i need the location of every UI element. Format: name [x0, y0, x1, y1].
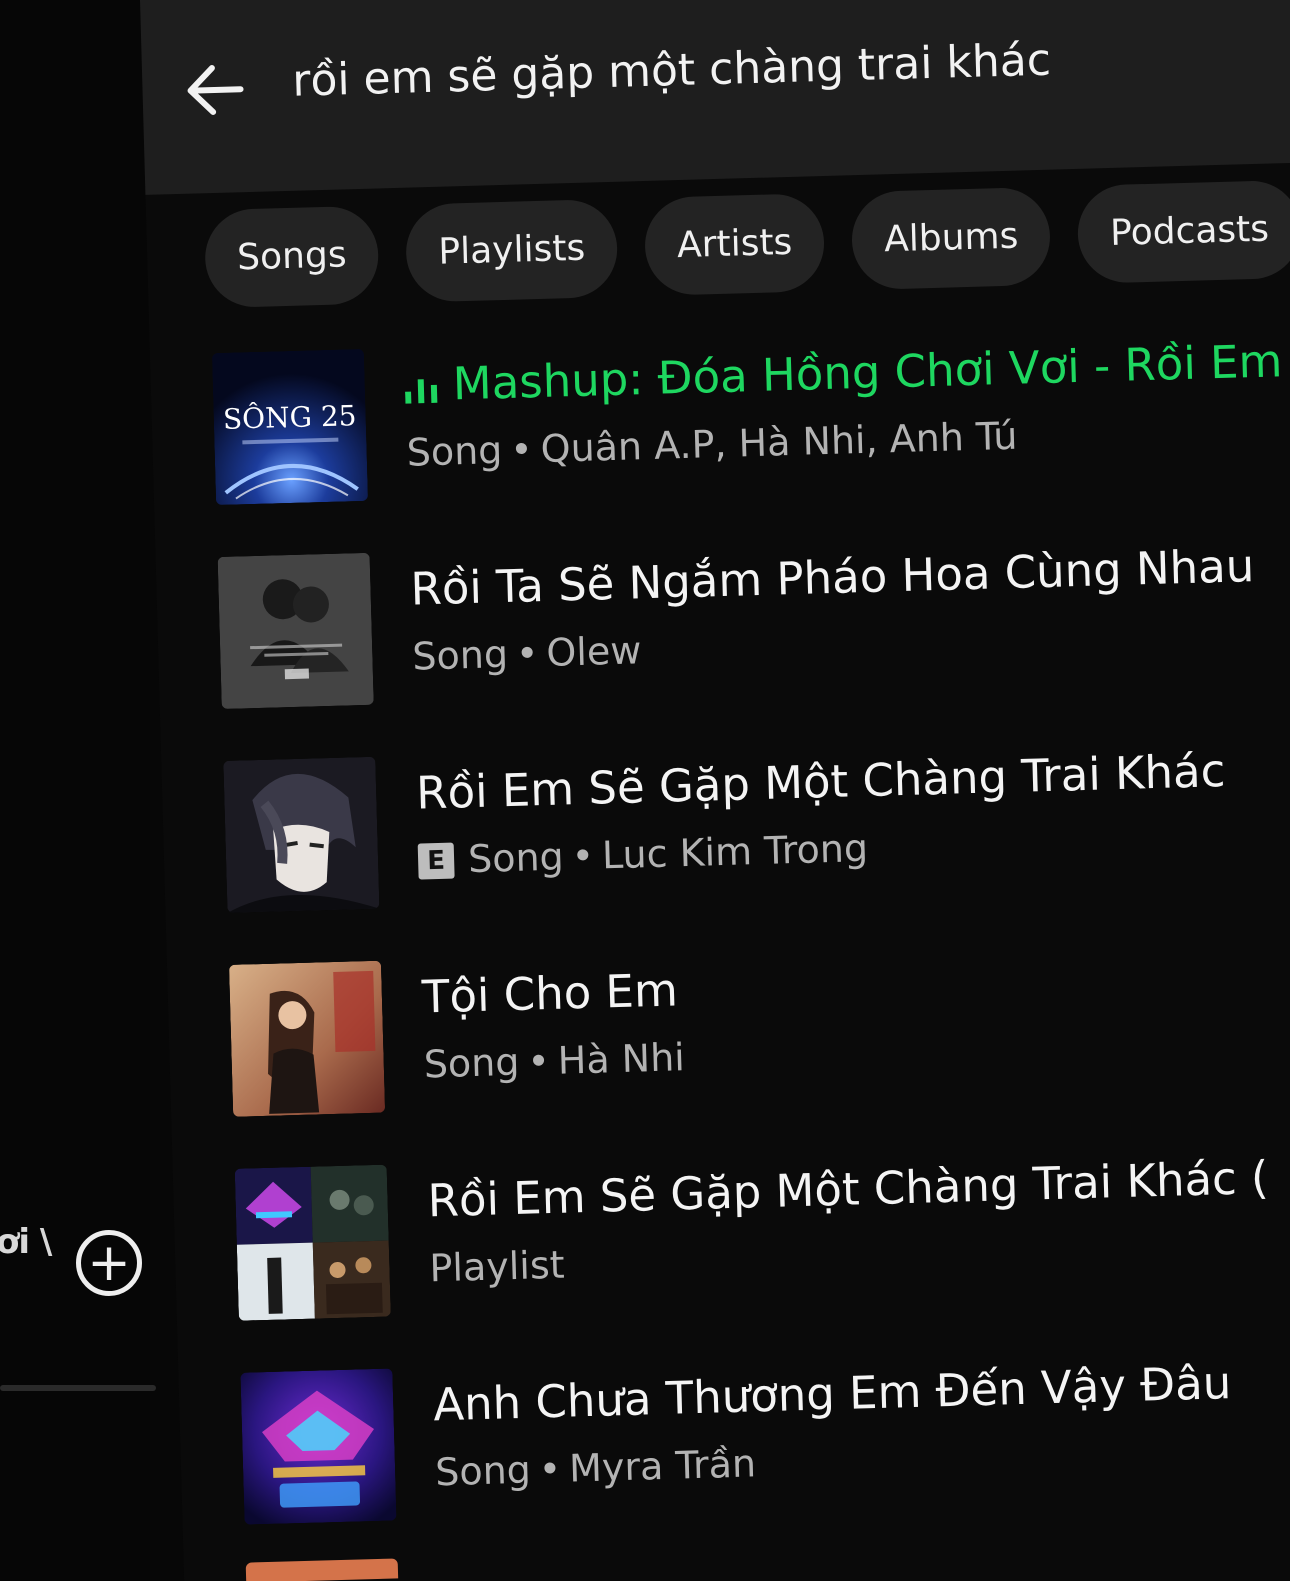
playlist-art-mosaic — [234, 1164, 391, 1321]
left-divider — [0, 1385, 156, 1391]
chip-artists[interactable]: Artists — [643, 193, 826, 296]
result-kind: Song — [406, 428, 503, 475]
chip-songs[interactable]: Songs — [203, 205, 380, 309]
search-results-list: SÔNG 25 Mashup: Đóa Hồng Chơi Vơi - Rồi … — [211, 321, 1290, 1577]
explicit-badge-icon: E — [417, 842, 455, 880]
result-kind: Song — [411, 631, 509, 679]
chip-albums[interactable]: Albums — [850, 186, 1052, 291]
next-result-art-peek — [245, 1558, 399, 1581]
result-artists: Hà Nhi — [557, 1035, 686, 1083]
result-row[interactable]: Tội Cho Em Song • Hà Nhi — [228, 933, 1290, 1169]
album-art — [223, 756, 380, 913]
album-art — [217, 552, 374, 709]
result-row[interactable]: Rồi Ta Sẽ Ngắm Pháo Hoa Cùng Nhau Song • O… — [217, 525, 1290, 761]
result-kind: Song — [423, 1039, 520, 1087]
album-art — [240, 1368, 397, 1525]
left-partial-label: ơi \ — [0, 1222, 52, 1262]
left-panel: ơi \ + — [0, 0, 156, 1581]
result-title: Mashup: Đóa Hồng Chơi Vơi - Rồi Em — [452, 334, 1284, 411]
svg-text:SÔNG 25: SÔNG 25 — [222, 398, 356, 436]
result-kind: Playlist — [428, 1242, 566, 1291]
result-title: Rồi Em Sẽ Gặp Một Chàng Trai Khác ( — [426, 1150, 1270, 1228]
result-artists: Quân A.P, Hà Nhi, Anh Tú — [540, 413, 1018, 471]
screen: ơi \ + rồi em sẽ gặp một chàng trai khác… — [0, 0, 1290, 1581]
album-art: SÔNG 25 — [211, 348, 369, 506]
result-title: Rồi Em Sẽ Gặp Một Chàng Trai Khác — [415, 744, 1227, 820]
search-panel: rồi em sẽ gặp một chàng trai khác Songs … — [140, 0, 1290, 1581]
chip-playlists[interactable]: Playlists — [405, 198, 619, 303]
chip-podcasts[interactable]: Podcasts — [1076, 179, 1290, 284]
result-title: Tội Cho Em — [421, 963, 679, 1024]
result-title: Rồi Ta Sẽ Ngắm Pháo Hoa Cùng Nhau — [409, 539, 1255, 616]
album-art — [228, 960, 386, 1117]
result-artists: Luc Kim Trong — [601, 826, 869, 878]
result-artists: Olew — [545, 628, 642, 675]
search-header: rồi em sẽ gặp một chàng trai khác — [140, 0, 1290, 195]
result-row[interactable]: SÔNG 25 Mashup: Đóa Hồng Chơi Vơi - Rồi … — [211, 321, 1290, 557]
result-artists: Myra Trần — [568, 1441, 757, 1491]
plus-circle-icon[interactable]: + — [76, 1230, 142, 1296]
result-kind: Song — [434, 1447, 532, 1495]
result-kind: Song — [467, 834, 565, 882]
equalizer-icon — [405, 379, 438, 404]
search-query-input[interactable]: rồi em sẽ gặp một chàng trai khác — [292, 35, 1052, 107]
arrow-left-icon[interactable] — [182, 57, 248, 123]
result-row[interactable]: Anh Chưa Thương Em Đến Vậy Đâu Song • Myra… — [240, 1341, 1290, 1577]
filter-chips: Songs Playlists Artists Albums Podcasts — [203, 179, 1290, 309]
result-title: Anh Chưa Thương Em Đến Vậy Đâu — [432, 1356, 1232, 1432]
result-row[interactable]: Rồi Em Sẽ Gặp Một Chàng Trai Khác E Song •… — [223, 729, 1290, 965]
result-row[interactable]: Rồi Em Sẽ Gặp Một Chàng Trai Khác ( Play… — [234, 1137, 1290, 1373]
